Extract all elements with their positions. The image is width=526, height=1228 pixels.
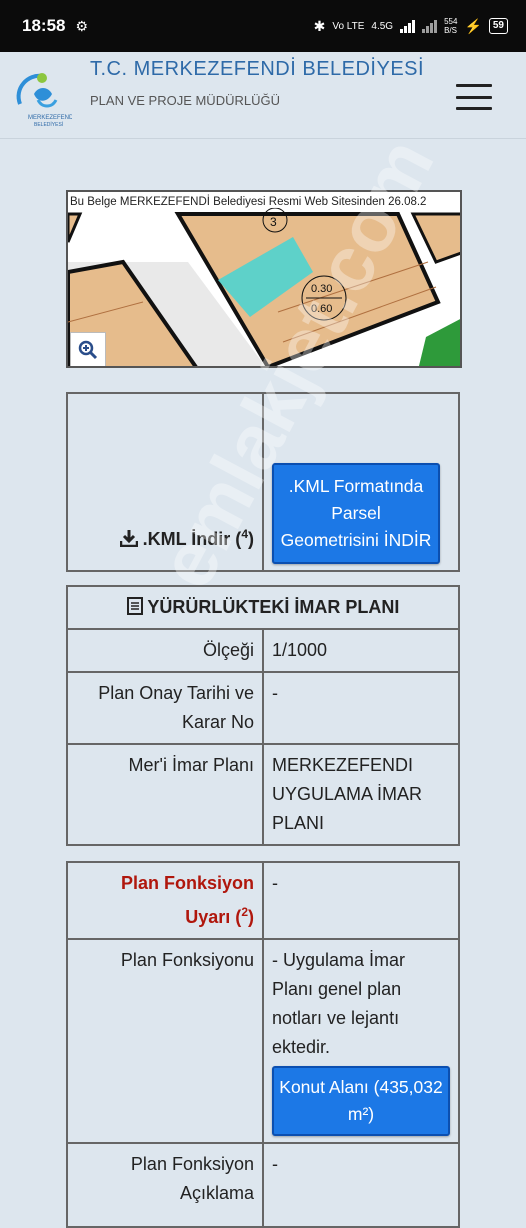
org-subtitle: PLAN VE PROJE MÜDÜRLÜĞÜ <box>90 93 280 108</box>
svg-text:MERKEZEFENDİ: MERKEZEFENDİ <box>28 114 72 121</box>
kml-button-cell: .KML Formatında Parsel Geometrisini İNDİ… <box>262 392 460 572</box>
table-row: Ölçeği 1/1000 <box>66 628 460 673</box>
signal-2-icon <box>422 19 438 33</box>
plan-function-cell: - Uygulama İmar Planı genel plan notları… <box>262 938 460 1144</box>
svg-text:BELEDİYESİ: BELEDİYESİ <box>34 121 63 128</box>
hamburger-menu-icon[interactable] <box>456 84 492 110</box>
kml-table: .KML İndir (4) .KML Formatında Parsel Ge… <box>66 392 460 572</box>
table-row: Plan Fonksiyon Uyarı (2) - <box>66 861 460 940</box>
map-parcel-number: 3 <box>270 215 277 229</box>
plan-function-table: Plan Fonksiyon Uyarı (2) - Plan Fonksiyo… <box>66 861 460 1228</box>
volte-icon: Vo LTE <box>332 20 365 32</box>
kml-download-cell[interactable]: .KML İndir (4) <box>66 392 264 572</box>
map-notice: Bu Belge MERKEZEFENDİ Belediyesi Resmi W… <box>70 196 427 208</box>
org-title[interactable]: T.C. MERKEZEFENDİ BELEDİYESİ <box>90 58 424 81</box>
network-label: 4.5G <box>371 20 394 32</box>
map-ratio-top: 0.30 <box>311 283 332 295</box>
status-time: 18:58 <box>22 16 66 35</box>
table-row: Plan Fonksiyon Açıklama - <box>66 1142 460 1228</box>
function-warning-value: - <box>262 861 460 940</box>
residential-area-button[interactable]: Konut Alanı (435,032 m²) <box>272 1066 450 1136</box>
current-plan-value: MERKEZEFENDI UYGULAMA İMAR PLANI <box>262 743 460 846</box>
current-plan-label: Mer'i İmar Planı <box>66 743 264 846</box>
table-row: Mer'i İmar Planı MERKEZEFENDI UYGULAMA İ… <box>66 743 460 846</box>
function-description-label: Plan Fonksiyon Açıklama <box>66 1142 264 1228</box>
zoning-plan-table: YÜRÜRLÜKTEKİ İMAR PLANI Ölçeği 1/1000 Pl… <box>66 585 460 846</box>
plan-function-value: - Uygulama İmar Planı genel plan notları… <box>272 950 406 1057</box>
zoning-plan-heading: YÜRÜRLÜKTEKİ İMAR PLANI <box>66 585 460 630</box>
table-row: Plan Fonksiyonu - Uygulama İmar Planı ge… <box>66 938 460 1144</box>
battery-level: 59 <box>488 18 508 34</box>
map-ratio-bottom: 0.60 <box>311 303 332 315</box>
zoning-plan-title: YÜRÜRLÜKTEKİ İMAR PLANI <box>147 597 400 617</box>
function-description-value: - <box>262 1142 460 1228</box>
download-icon <box>119 529 143 549</box>
function-warning-label: Plan Fonksiyon Uyarı (2) <box>66 861 264 940</box>
zoom-in-icon[interactable] <box>70 332 106 366</box>
signal-icon <box>400 19 416 33</box>
notification-icon: ⚙ <box>75 17 89 34</box>
municipality-logo[interactable]: MERKEZEFENDİ BELEDİYESİ <box>8 64 75 128</box>
scale-label: Ölçeği <box>66 628 264 673</box>
table-row: Plan Onay Tarihi ve Karar No - <box>66 671 460 745</box>
document-list-icon <box>126 597 148 617</box>
parcel-map[interactable]: Bu Belge MERKEZEFENDİ Belediyesi Resmi W… <box>66 190 462 368</box>
status-bar: 18:58 ⚙ ✱ Vo LTE 4.5G 554 B/S ⚡ 59 <box>0 0 526 52</box>
map-canvas: 3 0.30 0.60 <box>68 192 460 366</box>
kml-download-button[interactable]: .KML Formatında Parsel Geometrisini İNDİ… <box>272 463 440 564</box>
approval-date-label: Plan Onay Tarihi ve Karar No <box>66 671 264 745</box>
kml-download-label[interactable]: .KML İndir (4) <box>143 527 254 549</box>
bluetooth-icon: ✱ <box>313 17 326 34</box>
approval-date-value: - <box>262 671 460 745</box>
site-header: MERKEZEFENDİ BELEDİYESİ T.C. MERKEZEFEND… <box>0 52 526 139</box>
data-speed: 554 B/S <box>444 17 458 35</box>
charging-icon: ⚡ <box>464 17 482 34</box>
plan-function-label: Plan Fonksiyonu <box>66 938 264 1144</box>
scale-value: 1/1000 <box>262 628 460 673</box>
